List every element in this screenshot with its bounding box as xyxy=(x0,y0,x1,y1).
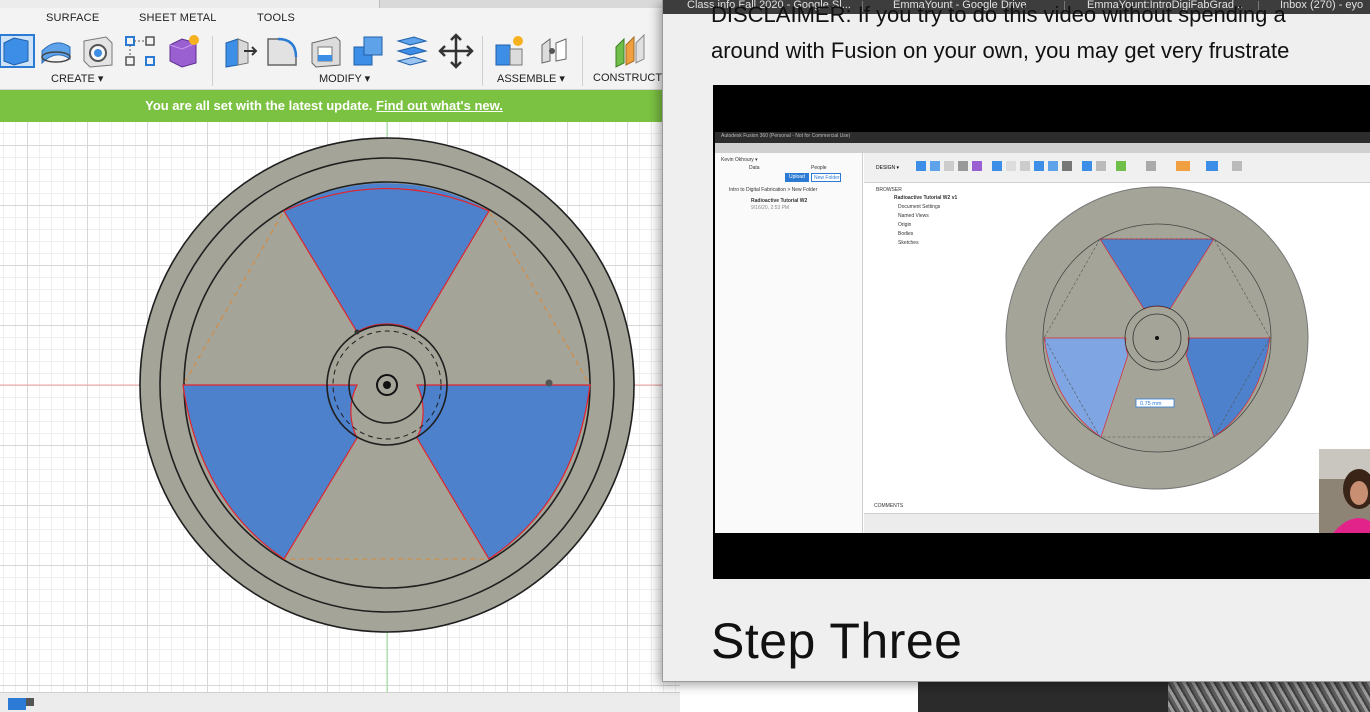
combine-icon[interactable] xyxy=(350,33,386,69)
tab-surface[interactable]: SURFACE xyxy=(46,12,99,24)
video-design-menu: DESIGN ▾ xyxy=(876,165,900,171)
replace-face-icon[interactable] xyxy=(394,33,430,69)
document-tab-strip xyxy=(0,0,680,8)
video-browser-label: BROWSER xyxy=(876,187,902,193)
fusion-window: SURFACE SHEET METAL TOOLS CREATE ▾ MODIF… xyxy=(0,0,680,712)
browser-tab[interactable]: Inbox (270) - eyo xyxy=(1280,0,1370,14)
video-design-canvas: BROWSER Radioactive Tutorial W2 v1 Docum… xyxy=(864,183,1370,513)
offset-plane-icon[interactable] xyxy=(612,33,648,69)
video-browser-item: Origin xyxy=(898,222,912,228)
ribbon-separator xyxy=(582,36,583,86)
tab-tools[interactable]: TOOLS xyxy=(257,12,295,24)
tab-sheet-metal[interactable]: SHEET METAL xyxy=(139,12,217,24)
update-banner: You are all set with the latest update. … xyxy=(0,90,680,122)
disclaimer-line-1: DISCLAIMER: If you try to do this video … xyxy=(711,2,1286,27)
video-doc-tabs xyxy=(715,143,1370,153)
disclaimer-line-2: around with Fusion on your own, you may … xyxy=(711,38,1290,63)
new-joint-icon[interactable] xyxy=(492,33,528,69)
video-ribbon: DESIGN ▾ xyxy=(864,153,1370,183)
video-new-folder-button: New Folder xyxy=(811,173,841,182)
center-point[interactable] xyxy=(383,381,391,389)
sweep-icon[interactable] xyxy=(38,33,74,69)
wallpaper-image xyxy=(1168,682,1370,712)
modify-menu[interactable]: MODIFY ▾ xyxy=(319,72,370,85)
sketch-point[interactable] xyxy=(545,379,553,387)
assemble-menu[interactable]: ASSEMBLE ▾ xyxy=(497,72,565,85)
rectangular-pattern-icon[interactable] xyxy=(122,33,158,69)
active-document-tab[interactable] xyxy=(0,0,380,8)
create-form-icon[interactable] xyxy=(166,33,202,69)
video-file-date: 9/16/20, 2:53 PM xyxy=(751,205,790,211)
video-browser-item: Sketches xyxy=(898,240,919,246)
video-disc-sketch: 0.75 mm xyxy=(1005,186,1309,490)
timeline-bar xyxy=(0,692,680,712)
presenter-webcam xyxy=(1319,449,1370,533)
video-browser-item: Bodies xyxy=(898,231,914,237)
video-user-name: Kevin Okhoury ▾ xyxy=(721,157,758,163)
video-data-tab: Data xyxy=(749,165,760,171)
sketch-point[interactable] xyxy=(354,329,360,335)
video-data-panel: Kevin Okhoury ▾ Data People Upload New F… xyxy=(715,153,863,533)
timeline-feature-icon[interactable] xyxy=(6,696,36,711)
banner-text: You are all set with the latest update. xyxy=(145,98,373,113)
video-browser-item: Document Settings xyxy=(898,204,941,210)
video-upload-button: Upload xyxy=(785,173,809,182)
construct-menu[interactable]: CONSTRUCT xyxy=(593,72,662,84)
video-toolbar-icons xyxy=(916,161,1242,171)
video-file-name: Radioactive Tutorial W2 xyxy=(751,198,808,204)
video-app-title: Autodesk Fusion 360 (Personal - Not for … xyxy=(721,133,851,139)
press-pull-icon[interactable] xyxy=(222,33,258,69)
create-menu[interactable]: CREATE ▾ xyxy=(51,72,103,85)
browser-window: Class info Fall 2020 - Google Sl... Emma… xyxy=(662,0,1370,682)
design-canvas[interactable] xyxy=(0,122,680,692)
move-icon[interactable] xyxy=(438,33,474,69)
presenter-avatar xyxy=(1319,449,1370,533)
as-built-joint-icon[interactable] xyxy=(536,33,572,69)
hole-icon[interactable] xyxy=(80,33,116,69)
shell-icon[interactable] xyxy=(308,33,344,69)
video-comments-label: COMMENTS xyxy=(874,503,904,509)
tutorial-video-player[interactable]: Autodesk Fusion 360 (Personal - Not for … xyxy=(713,85,1370,579)
video-timeline xyxy=(864,513,1370,533)
screen: SURFACE SHEET METAL TOOLS CREATE ▾ MODIF… xyxy=(0,0,1370,712)
fillet-icon[interactable] xyxy=(264,33,300,69)
video-breadcrumb: Intro to Digital Fabrication > New Folde… xyxy=(729,187,818,193)
toolbar-ribbon: SURFACE SHEET METAL TOOLS CREATE ▾ MODIF… xyxy=(0,8,680,90)
video-frame: Autodesk Fusion 360 (Personal - Not for … xyxy=(715,132,1370,533)
video-browser-item: Named Views xyxy=(898,213,929,219)
sketch-view[interactable] xyxy=(0,122,680,692)
step-heading: Step Three xyxy=(711,613,963,669)
ribbon-separator xyxy=(482,36,483,86)
video-browser-item: Radioactive Tutorial W2 v1 xyxy=(894,195,958,201)
video-dimension-input: 0.75 mm xyxy=(1140,401,1162,407)
ribbon-separator xyxy=(212,36,213,86)
video-app-titlebar: Autodesk Fusion 360 (Personal - Not for … xyxy=(715,132,1370,143)
new-component-icon[interactable] xyxy=(0,33,36,69)
video-people-tab: People xyxy=(811,165,827,171)
whats-new-link[interactable]: Find out what's new. xyxy=(376,98,503,113)
